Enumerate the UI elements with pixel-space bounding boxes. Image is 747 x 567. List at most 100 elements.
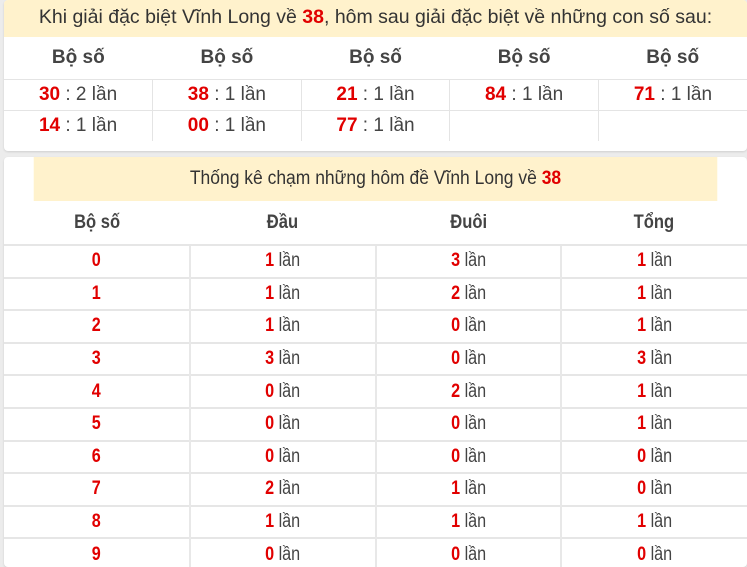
dau-cell: 1 lần — [188, 276, 376, 311]
dau-cell: 0 lần — [188, 537, 376, 567]
duoi-cell: 0 lần — [374, 439, 562, 474]
digit-value: 3 — [91, 348, 101, 370]
digit-value: 4 — [91, 380, 101, 402]
unit-label: lần — [464, 250, 486, 272]
unit-label: lần — [464, 380, 486, 402]
unit-label: lần — [650, 250, 673, 272]
table-row: 11 lần 2 lần 1 lần — [4, 276, 747, 311]
digit-value: 9 — [91, 543, 101, 565]
dau-cell: 0 lần — [188, 374, 376, 408]
tong-count: 1 — [637, 315, 647, 337]
dau-count-wrap: 1 lần — [265, 315, 300, 337]
duoi-cell: 1 lần — [374, 504, 562, 539]
duoi-count-wrap: 2 lần — [451, 381, 486, 403]
digit-value: 7 — [91, 478, 101, 500]
dau-count: 1 — [265, 315, 275, 337]
column-header: Bộ số — [4, 201, 190, 245]
tong-count: 1 — [637, 413, 647, 435]
duoi-cell: 0 lần — [374, 537, 562, 567]
next-day-results-table: Bộ số Bộ số Bộ số Bộ số Bộ số 30 : 2 lần 38 :… — [4, 37, 747, 141]
dau-count-wrap: 1 lần — [265, 250, 300, 272]
column-header: Bộ số — [200, 47, 254, 68]
unit-label: lần — [650, 543, 673, 565]
duoi-count-wrap: 1 lần — [451, 511, 486, 533]
dau-count: 0 — [265, 543, 275, 565]
unit-label: lần — [464, 413, 486, 435]
dau-count: 0 — [265, 445, 275, 467]
unit-label: lần — [650, 511, 673, 533]
duoi-count: 0 — [450, 315, 460, 337]
dau-cell: 3 lần — [188, 341, 376, 376]
unit-label: lần — [464, 511, 486, 533]
duoi-count: 2 — [450, 380, 460, 402]
unit-label: lần — [537, 84, 564, 105]
duoi-count: 0 — [450, 543, 460, 565]
duoi-cell: 2 lần — [374, 374, 562, 408]
digit-value: 1 — [91, 282, 101, 304]
highlight-number: 38 — [541, 168, 562, 189]
column-header: Đầu — [190, 201, 376, 245]
result-cell: 30 : 2 lần — [4, 79, 153, 111]
dau-cell: 2 lần — [188, 472, 376, 506]
next-day-results-title: Khi giải đặc biệt Vĩnh Long về 38, hôm s… — [4, 0, 747, 37]
digit-cell: 3 — [4, 341, 190, 376]
tong-cell: 1 lần — [560, 374, 747, 408]
tong-count: 1 — [637, 511, 647, 533]
dau-count-wrap: 0 lần — [265, 446, 300, 468]
result-number: 30 — [38, 84, 61, 105]
digit-value: 2 — [91, 315, 101, 337]
tong-count-wrap: 0 lần — [637, 478, 672, 500]
digit-cell: 5 — [4, 406, 190, 441]
dau-count: 1 — [265, 250, 275, 272]
next-day-results-card: Khi giải đặc biệt Vĩnh Long về 38, hôm s… — [4, 0, 747, 151]
table-row: 14 : 1 lần 00 : 1 lần 77 : 1 lần — [4, 110, 747, 141]
dau-cell: 1 lần — [188, 244, 376, 278]
table-row: 81 lần 1 lần 1 lần — [4, 504, 747, 539]
duoi-count: 0 — [450, 413, 460, 435]
tong-count-wrap: 1 lần — [637, 315, 672, 337]
result-number: 00 — [187, 115, 209, 136]
duoi-cell: 1 lần — [374, 472, 562, 506]
tong-count-wrap: 3 lần — [637, 348, 672, 370]
result-count: 2 — [75, 84, 87, 105]
digit-cell: 1 — [4, 276, 190, 311]
duoi-count: 1 — [450, 478, 460, 500]
duoi-count-wrap: 0 lần — [451, 446, 486, 468]
result-number: 21 — [336, 84, 358, 105]
dau-count: 0 — [265, 380, 275, 402]
tong-count-wrap: 0 lần — [637, 446, 672, 468]
unit-label: lần — [278, 413, 301, 435]
digit-cell: 6 — [4, 439, 190, 474]
tong-cell: 1 lần — [560, 309, 747, 343]
result-count: 1 — [224, 115, 236, 136]
unit-label: lần — [650, 380, 673, 402]
digit-value: 5 — [91, 413, 101, 435]
digit-cell: 9 — [4, 537, 190, 567]
table-header-row: Bộ số Bộ số Bộ số Bộ số Bộ số — [4, 37, 747, 80]
digit-cell: 8 — [4, 504, 190, 539]
table-row: 2 1 lần 0 lần 1 lần — [4, 309, 747, 343]
unit-label: lần — [464, 315, 486, 337]
dau-count-wrap: 1 lần — [265, 283, 300, 305]
dau-count-wrap: 2 lần — [265, 478, 300, 500]
tong-cell: 0 lần — [560, 537, 747, 567]
tong-count-wrap: 0 lần — [637, 544, 672, 566]
duoi-count: 1 — [450, 511, 460, 533]
tong-count-wrap: 1 lần — [637, 511, 672, 533]
dau-cell: 0 lần — [188, 406, 376, 441]
digit-cell: 2 — [4, 309, 190, 343]
result-cell: 00 : 1 lần — [152, 110, 302, 141]
result-number: 71 — [633, 84, 655, 105]
tong-count-wrap: 1 lần — [637, 413, 672, 435]
table-row: 50 lần 0 lần 1 lần — [4, 406, 747, 441]
digit-cell: 4 — [4, 374, 190, 408]
unit-label: lần — [240, 115, 266, 136]
table-row: 72 lần 1 lần 0 lần — [4, 472, 747, 506]
digit-value: 8 — [91, 511, 101, 533]
unit-label: lần — [650, 478, 673, 500]
duoi-count-wrap: 0 lần — [451, 413, 486, 435]
tong-cell: 1 lần — [560, 244, 747, 278]
unit-label: lần — [464, 348, 486, 370]
duoi-count: 2 — [450, 282, 460, 304]
tong-cell: 0 lần — [560, 472, 747, 506]
